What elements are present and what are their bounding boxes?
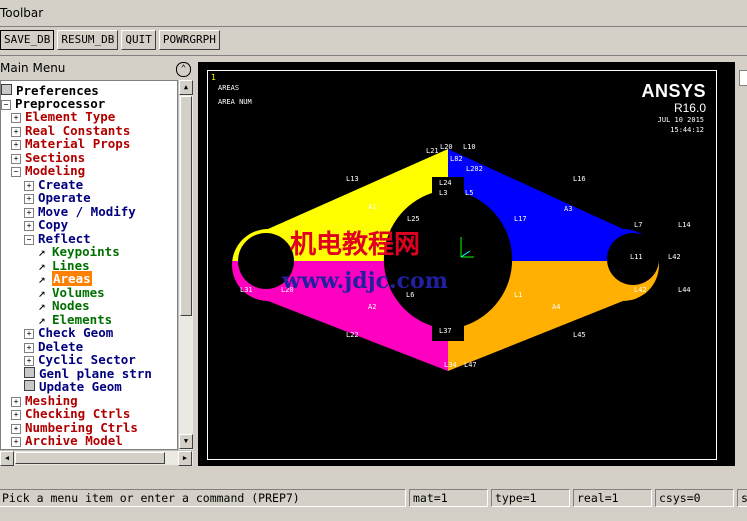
line-label: L42 bbox=[668, 253, 681, 261]
expand-box-icon[interactable]: + bbox=[11, 127, 21, 137]
line-label: L25 bbox=[407, 215, 420, 223]
main-menu-title: Main Menu bbox=[0, 61, 66, 75]
expand-box-icon[interactable]: + bbox=[24, 181, 34, 191]
expand-box-icon[interactable]: + bbox=[11, 410, 21, 420]
line-label: L45 bbox=[573, 331, 586, 339]
collapse-box-icon[interactable]: − bbox=[1, 100, 11, 110]
scroll-thumb[interactable] bbox=[180, 96, 192, 316]
arrow-icon: ↗ bbox=[38, 271, 46, 286]
expand-box-icon[interactable]: + bbox=[24, 343, 34, 353]
expand-box-icon[interactable]: + bbox=[11, 424, 21, 434]
menu-item-check-geom[interactable]: + Check Geom bbox=[24, 326, 113, 339]
scroll-thumb[interactable] bbox=[15, 452, 165, 464]
status-bar: Pick a menu item or enter a command (PRE… bbox=[0, 489, 747, 507]
panel-icon bbox=[24, 380, 35, 391]
graphics-window[interactable]: 1 AREAS AREA NUM ANSYS R16.0 JUL 10 2015… bbox=[198, 62, 735, 466]
menu-vertical-scrollbar[interactable]: ▲ ▼ bbox=[178, 80, 193, 450]
line-label: L16 bbox=[573, 175, 586, 183]
panel-icon bbox=[24, 367, 35, 378]
watermark-url: www.jdjc.com bbox=[282, 268, 448, 294]
menu-item-areas[interactable]: ↗ Areas bbox=[38, 271, 92, 286]
line-label: L22 bbox=[346, 331, 359, 339]
graphics-viewport[interactable]: 1 AREAS AREA NUM ANSYS R16.0 JUL 10 2015… bbox=[207, 70, 717, 460]
expand-box-icon[interactable]: + bbox=[24, 221, 34, 231]
scroll-right-icon[interactable]: ▶ bbox=[178, 451, 192, 466]
expand-box-icon[interactable]: + bbox=[11, 397, 21, 407]
expand-box-icon[interactable]: + bbox=[11, 154, 21, 164]
menu-item-modeling[interactable]: − Modeling bbox=[11, 164, 85, 177]
line-label: L21 bbox=[426, 147, 439, 155]
powrgrph-button[interactable]: POWRGRPH bbox=[158, 30, 220, 50]
menu-item-operate[interactable]: + Operate bbox=[24, 191, 91, 204]
expand-box-icon[interactable]: + bbox=[24, 356, 34, 366]
line-label: L37 bbox=[439, 327, 452, 335]
area-label-a3: A3 bbox=[564, 205, 573, 213]
area-label-a1: A1 bbox=[368, 203, 377, 211]
status-section: se bbox=[737, 489, 747, 507]
status-type: type=1 bbox=[491, 489, 570, 507]
line-label: L44 bbox=[678, 286, 691, 294]
expand-box-icon[interactable]: + bbox=[11, 437, 21, 447]
save-db-button[interactable]: SAVE_DB bbox=[0, 30, 55, 50]
line-label: L7 bbox=[634, 221, 643, 229]
view-button[interactable] bbox=[739, 70, 747, 86]
menu-item-update-geom[interactable]: Update Geom bbox=[24, 380, 122, 393]
collapse-menu-icon[interactable]: ⌃ bbox=[176, 62, 191, 77]
line-label: L1 bbox=[514, 291, 523, 299]
toolbar-divider bbox=[0, 26, 747, 27]
line-label: L31 bbox=[240, 286, 253, 294]
expand-box-icon[interactable]: + bbox=[24, 208, 34, 218]
line-label: L202 bbox=[466, 165, 483, 173]
line-label: L47 bbox=[464, 361, 477, 369]
menu-item-cyclic-sector[interactable]: + Cyclic Sector bbox=[24, 353, 136, 366]
expand-box-icon[interactable]: + bbox=[11, 140, 21, 150]
toolbar-title: Toolbar bbox=[0, 6, 44, 20]
menu-item-checking-ctrls[interactable]: + Checking Ctrls bbox=[11, 407, 130, 420]
toolbar-bottom-divider bbox=[0, 55, 747, 56]
expand-box-icon[interactable]: + bbox=[24, 329, 34, 339]
menu-horizontal-scrollbar[interactable]: ◀ ▶ bbox=[0, 450, 193, 466]
menu-item-copy[interactable]: + Copy bbox=[24, 218, 68, 231]
area-label-a4: A4 bbox=[552, 303, 561, 311]
scroll-down-icon[interactable]: ▼ bbox=[179, 434, 193, 449]
menu-item-element-type[interactable]: + Element Type bbox=[11, 110, 115, 123]
status-real: real=1 bbox=[573, 489, 652, 507]
line-label: L13 bbox=[346, 175, 359, 183]
expand-box-icon[interactable]: + bbox=[24, 194, 34, 204]
main-menu-tree: Preferences − Preprocessor + Element Type … bbox=[0, 80, 178, 450]
arrow-icon: ↗ bbox=[38, 244, 46, 259]
line-label: L34 bbox=[444, 361, 457, 369]
menu-item-material-props[interactable]: + Material Props bbox=[11, 137, 130, 150]
scroll-left-icon[interactable]: ◀ bbox=[0, 451, 14, 466]
line-label: L5 bbox=[465, 189, 474, 197]
line-label: L14 bbox=[678, 221, 691, 229]
collapse-box-icon[interactable]: − bbox=[24, 235, 34, 245]
menu-item-archive-model[interactable]: + Archive Model bbox=[11, 434, 123, 447]
toolbar-buttons: SAVE_DB RESUM_DB QUIT POWRGRPH bbox=[0, 30, 220, 50]
status-mat: mat=1 bbox=[409, 489, 488, 507]
right-toolbar bbox=[736, 62, 747, 466]
status-csys: csys=0 bbox=[655, 489, 734, 507]
status-prompt: Pick a menu item or enter a command (PRE… bbox=[0, 489, 406, 507]
line-label: L3 bbox=[439, 189, 448, 197]
resum-db-button[interactable]: RESUM_DB bbox=[57, 30, 119, 50]
line-label: L82 bbox=[450, 155, 463, 163]
menu-item-keypoints[interactable]: ↗ Keypoints bbox=[38, 245, 120, 258]
line-label: L10 bbox=[463, 143, 476, 151]
menu-item-nodes[interactable]: ↗ Nodes bbox=[38, 299, 90, 312]
collapse-box-icon[interactable]: − bbox=[11, 167, 21, 177]
line-label: L42 bbox=[634, 286, 647, 294]
scroll-up-icon[interactable]: ▲ bbox=[179, 80, 193, 95]
line-label: L24 bbox=[439, 179, 452, 187]
quit-button[interactable]: QUIT bbox=[121, 30, 156, 50]
panel-icon bbox=[1, 84, 12, 95]
line-label: L20 bbox=[440, 143, 453, 151]
line-label: L17 bbox=[514, 215, 527, 223]
expand-box-icon[interactable]: + bbox=[11, 113, 21, 123]
area-label-a2: A2 bbox=[368, 303, 377, 311]
line-label: L11 bbox=[630, 253, 643, 261]
area-plot bbox=[232, 149, 659, 371]
watermark-chinese: 机电教程网 bbox=[290, 230, 421, 260]
arrow-icon: ↗ bbox=[38, 298, 46, 313]
